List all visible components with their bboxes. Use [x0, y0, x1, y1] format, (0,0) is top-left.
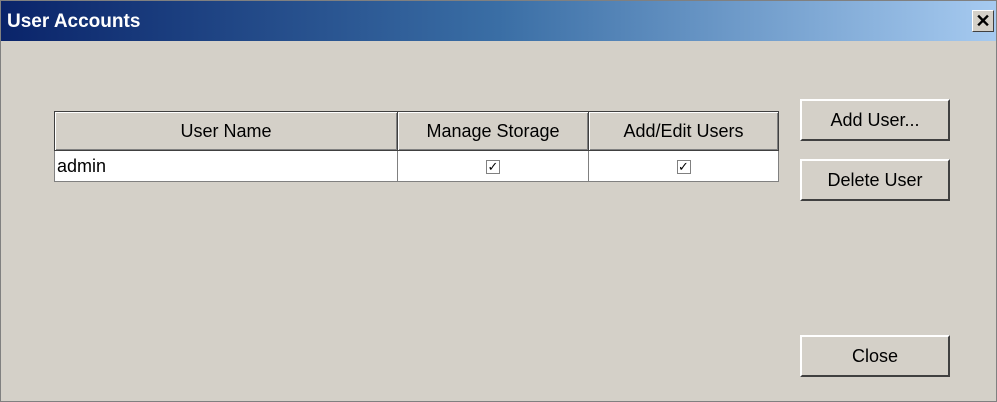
close-icon: ✕	[975, 11, 991, 31]
user-accounts-dialog: User Accounts ✕ User Name Manage Storage…	[0, 0, 997, 402]
add-edit-users-checkbox[interactable]: ✓	[676, 158, 691, 174]
window-title: User Accounts	[7, 11, 141, 32]
table-row[interactable]: admin ✓ ✓	[54, 150, 779, 182]
close-window-button[interactable]: ✕	[972, 10, 994, 32]
cell-user-name[interactable]: admin	[54, 150, 398, 182]
cell-add-edit-users: ✓	[588, 150, 779, 182]
title-bar[interactable]: User Accounts ✕	[1, 1, 996, 41]
checkmark-icon: ✓	[678, 158, 689, 174]
close-button[interactable]: Close	[800, 335, 950, 377]
column-header-user-name[interactable]: User Name	[54, 111, 398, 151]
add-user-button[interactable]: Add User...	[800, 99, 950, 141]
manage-storage-checkbox[interactable]: ✓	[486, 158, 500, 174]
column-header-add-edit-users[interactable]: Add/Edit Users	[588, 111, 779, 151]
user-accounts-table: User Name Manage Storage Add/Edit Users …	[54, 111, 779, 182]
table-header-row: User Name Manage Storage Add/Edit Users	[54, 111, 779, 151]
column-header-manage-storage[interactable]: Manage Storage	[397, 111, 589, 151]
delete-user-button[interactable]: Delete User	[800, 159, 950, 201]
cell-manage-storage: ✓	[397, 150, 589, 182]
checkmark-icon: ✓	[487, 158, 499, 174]
